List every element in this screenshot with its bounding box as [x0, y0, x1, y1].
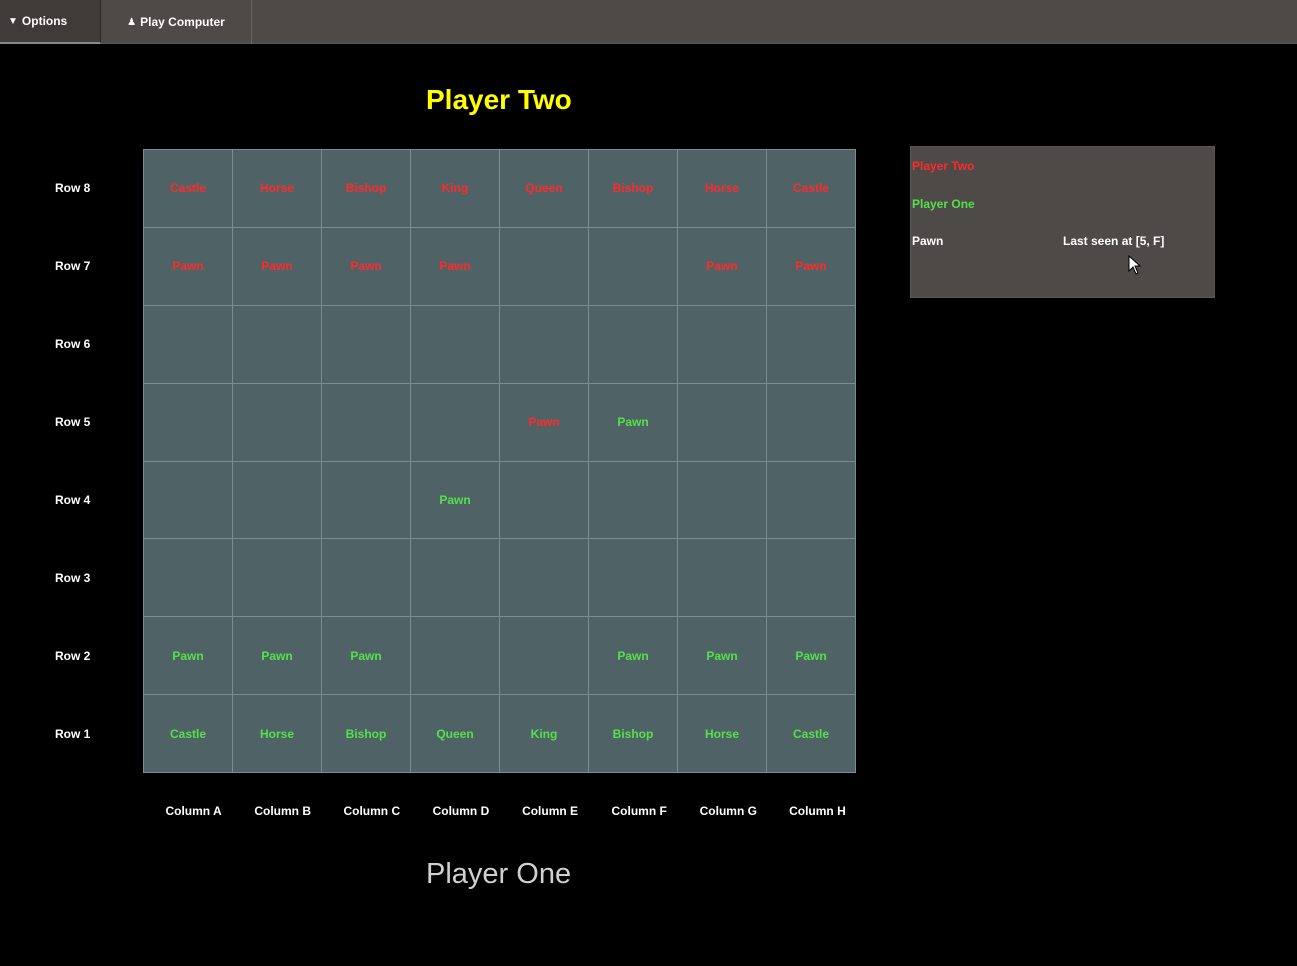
board-square[interactable] — [678, 539, 766, 617]
board-square[interactable]: Queen — [500, 150, 588, 227]
board-square[interactable] — [500, 539, 588, 617]
board-square[interactable]: Bishop — [322, 695, 410, 772]
board-square[interactable]: Castle — [144, 695, 232, 772]
row-label: Row 1 — [55, 727, 91, 741]
board-square[interactable]: Bishop — [589, 695, 677, 772]
board-square[interactable]: Pawn — [411, 227, 499, 305]
board-square[interactable]: Castle — [767, 150, 855, 227]
board-square[interactable] — [411, 305, 499, 383]
board-square[interactable]: Horse — [678, 150, 766, 227]
board-square[interactable] — [233, 383, 321, 461]
board-square[interactable] — [500, 461, 588, 539]
board-square[interactable]: Pawn — [678, 617, 766, 695]
board-square[interactable]: Pawn — [589, 617, 677, 695]
board-square[interactable]: Horse — [233, 695, 321, 772]
top-toolbar: ▼ Options ♟ Play Computer — [0, 0, 1297, 44]
board-square[interactable]: Queen — [411, 695, 499, 772]
column-label: Column A — [165, 804, 222, 818]
board-square[interactable] — [411, 539, 499, 617]
board-square[interactable]: Bishop — [589, 150, 677, 227]
board-square[interactable] — [144, 383, 232, 461]
column-label: Column H — [789, 804, 846, 818]
column-label: Column D — [432, 804, 490, 818]
board-square[interactable] — [589, 539, 677, 617]
board-square[interactable] — [411, 617, 499, 695]
row-label: Row 3 — [55, 571, 91, 585]
row-label: Row 8 — [55, 181, 91, 195]
board-square[interactable]: Pawn — [678, 227, 766, 305]
board-square[interactable]: Pawn — [322, 227, 410, 305]
row-label: Row 5 — [55, 415, 91, 429]
board-square[interactable] — [322, 383, 410, 461]
player-two-title: Player Two — [426, 84, 572, 115]
row-label: Row 7 — [55, 259, 91, 273]
board-square[interactable]: Castle — [144, 150, 232, 227]
triangle-down-icon: ▼ — [8, 15, 18, 27]
board-square[interactable] — [322, 305, 410, 383]
board-square[interactable]: Pawn — [411, 461, 499, 539]
row-label: Row 2 — [55, 649, 91, 663]
board-square[interactable]: King — [500, 695, 588, 772]
board-square[interactable]: Pawn — [144, 617, 232, 695]
board-square[interactable] — [500, 305, 588, 383]
board-square[interactable] — [589, 305, 677, 383]
board-square[interactable] — [144, 461, 232, 539]
play-computer-tab[interactable]: ♟ Play Computer — [101, 0, 252, 44]
board-square[interactable]: Pawn — [233, 227, 321, 305]
board-square[interactable] — [767, 305, 855, 383]
mouse-pointer-icon — [1128, 255, 1142, 275]
info-last-seen: Last seen at [5, F] — [1063, 234, 1165, 248]
board-square[interactable]: Castle — [767, 695, 855, 772]
column-label: Column B — [254, 804, 312, 818]
board-square[interactable]: Bishop — [322, 150, 410, 227]
board-square[interactable] — [322, 539, 410, 617]
board-square[interactable] — [233, 539, 321, 617]
pawn-icon: ♟ — [127, 16, 137, 28]
board-square[interactable] — [678, 461, 766, 539]
info-piece-name: Pawn — [912, 234, 944, 248]
column-label: Column F — [611, 804, 667, 818]
board-square[interactable]: Pawn — [767, 227, 855, 305]
board-square[interactable] — [678, 305, 766, 383]
board-square[interactable]: Horse — [678, 695, 766, 772]
board-square[interactable] — [767, 539, 855, 617]
board-square[interactable] — [322, 461, 410, 539]
game-board: Castle Horse Bishop King Queen Bishop Horse Cas… — [143, 149, 856, 773]
board-square[interactable]: Pawn — [500, 383, 588, 461]
column-labels: Column A Column B Column C Column D Colu… — [148, 804, 861, 818]
column-label: Column C — [343, 804, 401, 818]
info-player-two: Player Two — [912, 159, 975, 173]
board-square[interactable]: Pawn — [589, 383, 677, 461]
board-square[interactable] — [144, 305, 232, 383]
column-label: Column G — [699, 804, 757, 818]
row-label: Row 6 — [55, 337, 91, 351]
options-label: Options — [21, 14, 68, 28]
row-label: Row 4 — [55, 493, 91, 507]
board-square[interactable] — [233, 305, 321, 383]
player-one-title: Player One — [426, 858, 572, 890]
board-square[interactable] — [678, 383, 766, 461]
board-square[interactable]: King — [411, 150, 499, 227]
board-square[interactable]: Pawn — [322, 617, 410, 695]
column-label: Column E — [522, 804, 579, 818]
board-square[interactable] — [233, 461, 321, 539]
board-square[interactable]: Pawn — [767, 617, 855, 695]
board-square[interactable]: Pawn — [144, 227, 232, 305]
board-square[interactable]: Pawn — [233, 617, 321, 695]
board-square[interactable]: Horse — [233, 150, 321, 227]
board-square[interactable] — [589, 461, 677, 539]
board-square[interactable] — [144, 539, 232, 617]
row-labels: Row 8 Row 7 Row 6 Row 5 Row 4 Row 3 Row … — [55, 149, 135, 773]
board-square[interactable] — [500, 227, 588, 305]
board-square[interactable] — [767, 383, 855, 461]
board-square[interactable] — [411, 383, 499, 461]
info-player-one: Player One — [912, 197, 975, 211]
play-computer-label: Play Computer — [140, 15, 225, 29]
board-square[interactable] — [500, 617, 588, 695]
board-square[interactable] — [767, 461, 855, 539]
options-tab[interactable]: ▼ Options — [0, 0, 101, 44]
info-panel: Player Two Player One Pawn Last seen at … — [910, 146, 1215, 298]
board-square[interactable] — [589, 227, 677, 305]
